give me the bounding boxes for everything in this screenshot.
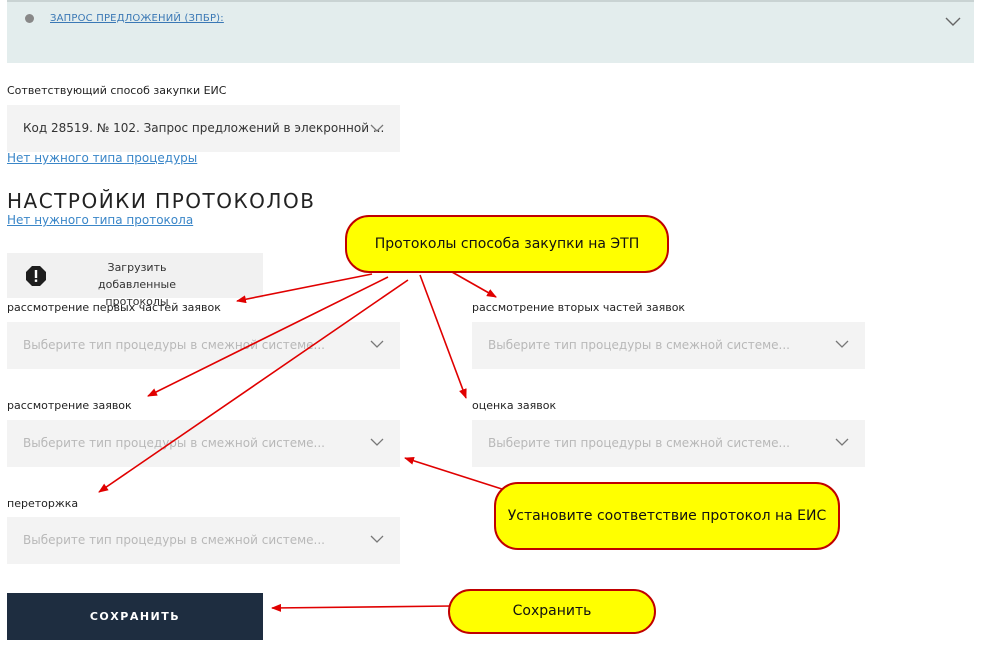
callout-etp-protocols: Протоколы способа закупки на ЭТП xyxy=(345,215,669,273)
save-button[interactable]: СОХРАНИТЬ xyxy=(7,593,263,640)
evaluation-label: оценка заявок xyxy=(472,399,556,412)
chevron-down-icon xyxy=(835,340,849,349)
missing-protocol-type-link[interactable]: Нет нужного типа протокола xyxy=(7,213,193,227)
arrow-to-evaluation xyxy=(420,275,466,398)
chevron-down-icon xyxy=(835,438,849,447)
upload-protocols-button[interactable]: Загрузить добавленные протоколы xyxy=(7,253,263,298)
chevron-down-icon xyxy=(370,438,384,447)
protocols-heading: НАСТРОЙКИ ПРОТОКОЛОВ xyxy=(7,189,315,213)
chevron-down-icon[interactable] xyxy=(945,17,961,27)
chevron-down-icon xyxy=(370,340,384,349)
arrow-to-second-parts xyxy=(452,272,496,297)
first-parts-select[interactable]: Выберите тип процедуры в смежной системе… xyxy=(7,322,400,369)
eis-method-value: Код 28519. № 102. Запрос предложений в э… xyxy=(23,121,384,135)
callout-set-match: Установите соответствие протокол на ЕИС xyxy=(494,482,840,550)
missing-procedure-type-link[interactable]: Нет нужного типа процедуры xyxy=(7,151,197,165)
evaluation-select[interactable]: Выберите тип процедуры в смежной системе… xyxy=(472,420,865,467)
eis-method-label: Сответствующий способ закупки ЕИС xyxy=(7,84,226,97)
first-parts-placeholder: Выберите тип процедуры в смежной системе… xyxy=(23,338,325,352)
first-parts-label: рассмотрение первых частей заявок xyxy=(7,301,221,314)
chevron-down-icon xyxy=(370,124,384,133)
arrow-to-save-button xyxy=(272,606,452,608)
second-parts-placeholder: Выберите тип процедуры в смежной системе… xyxy=(488,338,790,352)
alert-icon xyxy=(26,266,46,286)
review-select[interactable]: Выберите тип процедуры в смежной системе… xyxy=(7,420,400,467)
rebidding-select[interactable]: Выберите тип процедуры в смежной системе… xyxy=(7,517,400,564)
rebidding-placeholder: Выберите тип процедуры в смежной системе… xyxy=(23,533,325,547)
chevron-down-icon xyxy=(370,535,384,544)
review-label: рассмотрение заявок xyxy=(7,399,132,412)
review-placeholder: Выберите тип процедуры в смежной системе… xyxy=(23,436,325,450)
eis-method-select[interactable]: Код 28519. № 102. Запрос предложений в э… xyxy=(7,105,400,152)
second-parts-select[interactable]: Выберите тип процедуры в смежной системе… xyxy=(472,322,865,369)
rebidding-label: переторжка xyxy=(7,497,78,510)
callout-save: Сохранить xyxy=(448,589,656,634)
second-parts-label: рассмотрение вторых частей заявок xyxy=(472,301,685,314)
procedure-type-link[interactable]: ЗАПРОС ПРЕДЛОЖЕНИЙ (ЗПБР): xyxy=(50,13,224,24)
status-dot-icon xyxy=(25,14,34,23)
evaluation-placeholder: Выберите тип процедуры в смежной системе… xyxy=(488,436,790,450)
procedure-panel-header[interactable]: ЗАПРОС ПРЕДЛОЖЕНИЙ (ЗПБР): xyxy=(7,0,974,63)
